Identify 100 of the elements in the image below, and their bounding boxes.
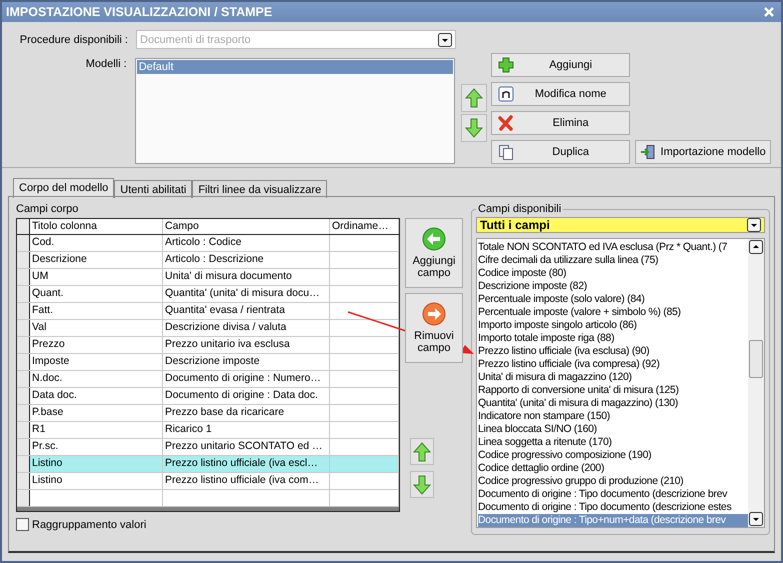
grid-row[interactable]: Prezzo Prezzo unitario iva esclusa (17, 337, 399, 354)
list-item[interactable]: Descrizione imposte (82) (478, 280, 748, 293)
row-indicator[interactable] (17, 422, 30, 438)
column-header[interactable]: Titolo colonna (30, 219, 163, 234)
list-item[interactable]: Importo totale imposte riga (88) (478, 332, 748, 345)
list-item[interactable]: Rapporto di conversione unita' di misura (125) (478, 384, 748, 397)
list-item[interactable]: Documento di origine : Tipo documento (descrizione brev (478, 488, 748, 501)
list-item[interactable]: Codice imposte (80) (478, 267, 748, 280)
table-cell: P.base (30, 405, 163, 421)
list-item[interactable]: Percentuale imposte (valore + simbolo %) (85) (478, 306, 748, 319)
row-indicator[interactable] (17, 405, 30, 421)
column-header[interactable]: Campo (163, 219, 330, 234)
table-cell: Cod. (30, 235, 163, 251)
table-cell: Ricarico 1 (163, 422, 330, 438)
scroll-thumb[interactable] (749, 340, 763, 378)
grid-row[interactable]: Listino Prezzo listino ufficiale (iva com… (17, 473, 399, 490)
grid-row[interactable]: Listino Prezzo listino ufficiale (iva escl… (17, 456, 399, 473)
close-icon[interactable] (763, 6, 775, 18)
row-indicator[interactable] (17, 371, 30, 387)
checkbox[interactable] (16, 518, 29, 531)
list-item[interactable]: Percentuale imposte (solo valore) (84) (478, 293, 748, 306)
table-cell: Fatt. (30, 303, 163, 319)
import-icon (640, 144, 656, 160)
grid-row[interactable]: Val Descrizione divisa / valuta (17, 320, 399, 337)
table-cell: Imposte (30, 354, 163, 370)
field-action-button[interactable]: Aggiungi campo (405, 218, 463, 288)
list-item[interactable]: Codice dettaglio ordine (200) (478, 462, 748, 475)
model-action-button[interactable]: Elimina (491, 111, 630, 135)
row-indicator[interactable] (17, 337, 30, 353)
grid-row[interactable]: P.base Prezzo base da ricaricare (17, 405, 399, 422)
table-cell: Prezzo listino ufficiale (iva com… (163, 473, 330, 489)
move-down-button[interactable] (461, 114, 488, 142)
row-indicator[interactable] (17, 490, 30, 506)
table-cell: Unita' di misura documento (163, 269, 330, 285)
table-cell: Prezzo listino ufficiale (iva escl… (163, 456, 330, 472)
list-item[interactable]: Totale NON SCONTATO ed IVA esclusa (Prz * Quant.) (7 (478, 241, 748, 254)
grid-row[interactable]: Data doc. Documento di origine : Data doc. (17, 388, 399, 405)
down-arrow-icon (465, 118, 484, 138)
row-indicator[interactable] (17, 252, 30, 268)
grid-row[interactable]: Quant. Quantita' (unita' di misura docu… (17, 286, 399, 303)
dropdown-icon (438, 32, 452, 46)
grid-row[interactable]: R1 Ricarico 1 (17, 422, 399, 439)
table-cell: Prezzo unitario SCONTATO ed … (163, 439, 330, 455)
row-indicator[interactable] (17, 354, 30, 370)
table-cell: Prezzo (30, 337, 163, 353)
list-item[interactable]: Indicatore non stampare (150) (478, 410, 748, 423)
table-cell: Listino (30, 456, 163, 472)
table-cell: Prezzo base da ricaricare (163, 405, 330, 421)
grid-row[interactable]: N.doc. Documento di origine : Numero… (17, 371, 399, 388)
model-action-button[interactable]: Aggiungi (491, 53, 630, 77)
row-indicator[interactable] (17, 269, 30, 285)
move-up-button[interactable] (410, 438, 434, 465)
table-cell: Descrizione (30, 252, 163, 268)
scroll-down-icon[interactable] (749, 512, 763, 526)
list-item[interactable]: Codice progressivo composizione (190) (478, 449, 748, 462)
list-item[interactable]: Unita' di misura di magazzino (120) (478, 371, 748, 384)
list-item[interactable]: Prezzo listino ufficiale (iva esclusa) (90) (478, 345, 748, 358)
tab[interactable]: Utenti abilitati (114, 180, 192, 198)
models-label: Modelli : (84, 57, 128, 72)
list-item[interactable]: Quantita' (unita' di misura di magazzino) (130) (478, 397, 748, 410)
tab[interactable]: Filtri linee da visualizzare (192, 180, 328, 198)
move-up-button[interactable] (461, 84, 488, 112)
tab[interactable]: Corpo del modello (13, 178, 114, 198)
list-item[interactable]: Documento di origine : Tipo documento (descrizione estes (478, 501, 748, 514)
grid-row[interactable]: UM Unita' di misura documento (17, 269, 399, 286)
move-down-button[interactable] (410, 471, 434, 498)
grid-row[interactable]: Cod. Articolo : Codice (17, 235, 399, 252)
table-cell: Descrizione divisa / valuta (163, 320, 330, 336)
list-item[interactable]: Importo imposte singolo articolo (86) (478, 319, 748, 332)
grid-row[interactable]: Descrizione Articolo : Descrizione (17, 252, 399, 269)
grid-row[interactable]: Imposte Descrizione imposte (17, 354, 399, 371)
list-item[interactable]: Prezzo listino ufficiale (iva compresa) (92) (478, 358, 748, 371)
checkbox-label: Raggruppamento valori (32, 518, 146, 530)
column-header[interactable]: Ordiname… (330, 219, 399, 234)
grid-row[interactable]: Pr.sc. Prezzo unitario SCONTATO ed … (17, 439, 399, 456)
row-indicator[interactable] (17, 235, 30, 251)
row-indicator[interactable] (17, 320, 30, 336)
row-indicator[interactable] (17, 439, 30, 455)
row-indicator[interactable] (17, 456, 30, 472)
scrollbar[interactable] (748, 239, 764, 527)
row-indicator[interactable] (17, 303, 30, 319)
filter-dropdown[interactable]: Tutti i campi (476, 217, 765, 233)
model-action-button[interactable]: Importazione modello (635, 140, 772, 164)
row-indicator[interactable] (17, 388, 30, 404)
field-action-button[interactable]: Rimuovi campo (405, 293, 463, 363)
list-item[interactable]: Cifre decimali da utilizzare sulla linea (75) (478, 254, 748, 267)
table-cell: Documento di origine : Data doc. (163, 388, 330, 404)
list-item[interactable]: Linea soggetta a ritenute (170) (478, 436, 748, 449)
model-action-button[interactable]: Duplica (491, 140, 630, 164)
grid-row[interactable]: Fatt. Quantita' evasa / rientrata (17, 303, 399, 320)
table-cell: Articolo : Descrizione (163, 252, 330, 268)
model-action-button[interactable]: Modifica nome (491, 82, 630, 106)
table-cell: Quant. (30, 286, 163, 302)
scroll-up-icon[interactable] (749, 240, 763, 254)
row-indicator[interactable] (17, 286, 30, 302)
list-item[interactable]: Linea bloccata SI/NO (160) (478, 423, 748, 436)
list-item[interactable]: Codice progressivo gruppo di produzione (210) (478, 475, 748, 488)
row-indicator[interactable] (17, 473, 30, 489)
table-cell: Quantita' evasa / rientrata (163, 303, 330, 319)
procedure-label: Procedure disponibili : (18, 34, 129, 46)
